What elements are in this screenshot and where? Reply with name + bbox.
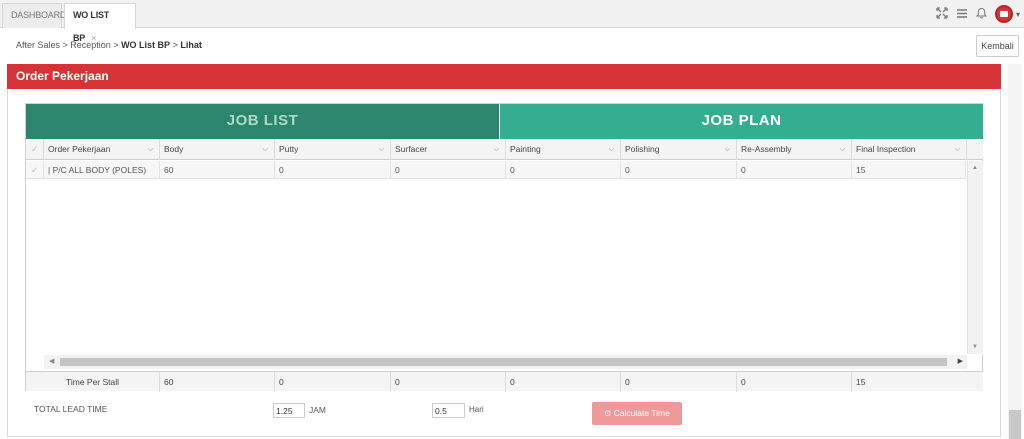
total-lead-time-label: TOTAL LEAD TIME xyxy=(34,404,108,414)
chevron-down-icon: ⌵ xyxy=(954,146,960,153)
calculate-time-button[interactable]: ⊙ Calculate Time xyxy=(592,402,682,425)
job-plan-header: JOB PLAN xyxy=(500,104,983,139)
footer-cell: 0 xyxy=(621,372,737,392)
table-cell: 0 xyxy=(275,161,391,179)
fullscreen-icon[interactable] xyxy=(936,7,948,21)
table-cell: 0 xyxy=(621,161,737,179)
breadcrumb: After Sales > Reception > WO List BP > L… xyxy=(16,40,202,50)
chevron-down-icon: ⌵ xyxy=(378,146,384,153)
lead-time-jam-input[interactable] xyxy=(273,403,305,418)
footer-cell: 0 xyxy=(506,372,621,392)
column-header-order[interactable]: Order Pekerjaan ⌵ xyxy=(44,139,160,160)
chevron-down-icon: ⌵ xyxy=(839,146,845,153)
table-cell: 60 xyxy=(160,161,275,179)
table-cell: 0 xyxy=(391,161,506,179)
header-icons: ▾ xyxy=(936,0,1024,28)
column-header-reassembly[interactable]: Re-Assembly ⌵ xyxy=(737,139,852,160)
breadcrumb-current[interactable]: WO List BP xyxy=(121,40,170,50)
table-cell: | P/C ALL BODY (POLES) xyxy=(44,161,160,179)
horizontal-scrollbar[interactable]: ◀ ▶ xyxy=(44,355,967,369)
tab-wo-list-bp[interactable]: WO LIST BP × xyxy=(64,3,136,43)
footer-row: Time Per Stall 60 0 0 0 0 0 15 xyxy=(26,371,983,392)
menu-icon[interactable] xyxy=(956,8,968,21)
chevron-down-icon: ⌵ xyxy=(724,146,730,153)
bell-icon[interactable] xyxy=(975,7,988,21)
footer-cell: 15 xyxy=(856,377,866,387)
chevron-down-icon: ⌵ xyxy=(262,146,268,153)
breadcrumb-path[interactable]: After Sales > Reception > xyxy=(16,40,121,50)
back-button[interactable]: Kembali xyxy=(976,35,1019,57)
tab-dashboard[interactable]: DASHBOARD xyxy=(2,3,66,28)
tab-bar: DASHBOARD WO LIST BP × ▾ xyxy=(0,0,1024,43)
job-grid: JOB LIST JOB PLAN ✓ Order Pekerjaan ⌵ Bod… xyxy=(25,103,983,392)
footer-cell: 0 xyxy=(275,372,391,392)
column-header-body[interactable]: Body ⌵ xyxy=(160,139,275,160)
table-cell: 15 xyxy=(852,161,966,179)
footer-label: Time Per Stall xyxy=(26,372,160,392)
table-cell: 0 xyxy=(737,161,852,179)
vertical-scrollbar[interactable]: ▲ ▼ xyxy=(967,161,983,354)
chevron-down-icon[interactable]: ▾ xyxy=(1016,10,1020,19)
column-header-putty[interactable]: Putty ⌵ xyxy=(275,139,391,160)
column-headers: ✓ Order Pekerjaan ⌵ Body ⌵ Putty ⌵ Surfacer… xyxy=(26,139,983,160)
scrollbar-thumb[interactable] xyxy=(60,358,947,366)
column-header-painting[interactable]: Painting ⌵ xyxy=(506,139,621,160)
hari-unit-label: Hari xyxy=(469,405,484,414)
chevron-down-icon: ⌵ xyxy=(147,146,153,153)
chevron-down-icon: ⌵ xyxy=(493,146,499,153)
column-header-surfacer[interactable]: Surfacer ⌵ xyxy=(391,139,506,160)
page-scrollbar[interactable] xyxy=(1008,64,1022,439)
row-checkbox[interactable]: ✓ xyxy=(26,161,44,179)
chevron-down-icon: ⌵ xyxy=(608,146,614,153)
scroll-down-icon[interactable]: ▼ xyxy=(972,344,978,350)
clock-icon: ⊙ xyxy=(604,408,612,418)
column-header-polishing[interactable]: Polishing ⌵ xyxy=(621,139,737,160)
jam-unit-label: JAM xyxy=(309,405,326,415)
table-cell: 0 xyxy=(506,161,621,179)
page-scrollbar-thumb[interactable] xyxy=(1009,410,1021,439)
breadcrumb-last: Lihat xyxy=(180,40,202,50)
scroll-left-icon[interactable]: ◀ xyxy=(49,357,54,365)
panel-title: Order Pekerjaan xyxy=(7,64,1001,89)
column-header-final-inspection[interactable]: Final Inspection ⌵ xyxy=(852,139,967,160)
scroll-up-icon[interactable]: ▲ xyxy=(972,165,978,171)
footer-cell: 0 xyxy=(737,372,852,392)
job-list-header: JOB LIST xyxy=(26,104,499,139)
scroll-right-icon[interactable]: ▶ xyxy=(958,357,963,365)
avatar[interactable] xyxy=(994,5,1013,23)
footer-cell: 60 xyxy=(160,372,275,392)
lead-time-hari-input[interactable] xyxy=(432,403,465,418)
footer-cell: 0 xyxy=(391,372,506,392)
select-all-checkbox[interactable]: ✓ xyxy=(26,139,44,160)
table-row[interactable]: ✓ | P/C ALL BODY (POLES) 60 0 0 0 0 0 15 xyxy=(26,161,966,179)
